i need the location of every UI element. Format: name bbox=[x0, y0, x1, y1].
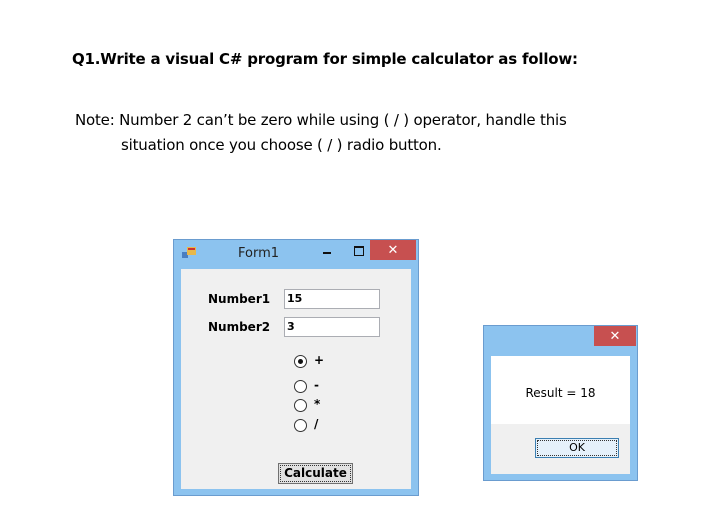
note-line-1: Note: Number 2 can’t be zero while using… bbox=[75, 111, 567, 129]
radio-multiply-label: * bbox=[314, 397, 321, 411]
radio-add-label: + bbox=[314, 353, 325, 367]
radio-subtract-circle[interactable] bbox=[294, 380, 307, 393]
minimize-button[interactable] bbox=[316, 240, 338, 260]
calculate-button[interactable]: Calculate bbox=[278, 463, 353, 484]
radio-subtract-label: - bbox=[314, 378, 319, 392]
radio-add-circle[interactable] bbox=[294, 355, 307, 368]
note-line-2: situation once you choose ( / ) radio bu… bbox=[121, 136, 442, 154]
ok-button[interactable]: OK bbox=[535, 438, 619, 458]
form1-titlebar[interactable]: Form1 ✕ bbox=[174, 240, 418, 268]
message-footer: OK bbox=[491, 424, 630, 474]
close-button[interactable]: ✕ bbox=[370, 240, 416, 260]
close-icon: ✕ bbox=[387, 242, 399, 257]
radio-divide-circle[interactable] bbox=[294, 419, 307, 432]
result-message-box: ✕ Result = 18 OK bbox=[483, 325, 638, 481]
form1-window: Form1 ✕ Number1 15 Number2 3 + - * / Cal… bbox=[173, 239, 419, 496]
app-icon bbox=[182, 247, 196, 258]
result-text: Result = 18 bbox=[525, 386, 596, 400]
message-body: Result = 18 bbox=[491, 356, 630, 424]
number2-input[interactable]: 3 bbox=[284, 317, 380, 337]
number2-label: Number2 bbox=[208, 320, 271, 334]
maximize-button[interactable] bbox=[348, 240, 370, 260]
number1-label: Number1 bbox=[208, 292, 271, 306]
question-title: Q1.Write a visual C# program for simple … bbox=[72, 50, 578, 68]
form1-title: Form1 bbox=[238, 246, 280, 261]
question-note: Note: Number 2 can’t be zero while using… bbox=[75, 108, 567, 158]
form1-client-area: Number1 15 Number2 3 + - * / bbox=[181, 269, 411, 489]
number1-input[interactable]: 15 bbox=[284, 289, 380, 309]
msg-close-button[interactable]: ✕ bbox=[594, 326, 636, 346]
radio-divide-label: / bbox=[314, 417, 319, 431]
radio-multiply-circle[interactable] bbox=[294, 399, 307, 412]
close-icon: ✕ bbox=[609, 328, 621, 343]
